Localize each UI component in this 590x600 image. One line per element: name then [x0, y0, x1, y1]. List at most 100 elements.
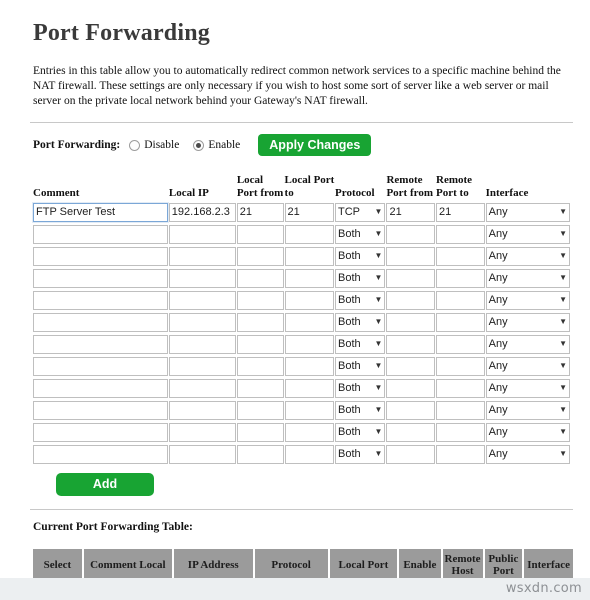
- local-port-to-input[interactable]: [284, 202, 335, 222]
- local-port-from-input[interactable]: [236, 334, 284, 354]
- remote-port-to-input[interactable]: [436, 422, 485, 442]
- protocol-select[interactable]: Both ▼: [335, 422, 386, 442]
- interface-select[interactable]: Any ▼: [485, 202, 570, 222]
- local-ip-input[interactable]: [168, 290, 236, 310]
- interface-select[interactable]: Any ▼: [485, 422, 570, 442]
- remote-port-from-input[interactable]: [386, 400, 436, 420]
- local-port-to-input[interactable]: [284, 356, 335, 376]
- local-port-to-input[interactable]: [284, 422, 335, 442]
- comment-input[interactable]: [33, 246, 168, 266]
- apply-changes-button[interactable]: Apply Changes: [258, 134, 372, 156]
- remote-port-to-input[interactable]: [436, 312, 485, 332]
- local-port-from-input[interactable]: [236, 422, 284, 442]
- local-port-to-input[interactable]: [284, 246, 335, 266]
- interface-select[interactable]: Any ▼: [485, 290, 570, 310]
- local-port-from-input[interactable]: [236, 356, 284, 376]
- protocol-select[interactable]: Both ▼: [335, 356, 386, 376]
- remote-port-from-input[interactable]: [386, 224, 436, 244]
- radio-enable-icon[interactable]: [193, 139, 205, 151]
- remote-port-from-input[interactable]: [386, 202, 436, 222]
- local-ip-input[interactable]: [168, 246, 236, 266]
- local-ip-input[interactable]: [168, 224, 236, 244]
- protocol-select[interactable]: TCP ▼: [335, 202, 386, 222]
- interface-select[interactable]: Any ▼: [485, 334, 570, 354]
- comment-input[interactable]: [33, 356, 168, 376]
- radio-option-disable[interactable]: Disable: [129, 139, 179, 151]
- local-port-from-input[interactable]: [236, 312, 284, 332]
- comment-input[interactable]: [33, 224, 168, 244]
- local-ip-input[interactable]: [168, 422, 236, 442]
- local-port-to-input[interactable]: [284, 378, 335, 398]
- comment-input[interactable]: [33, 444, 168, 464]
- local-port-from-input[interactable]: [236, 400, 284, 420]
- remote-port-to-input[interactable]: [436, 268, 485, 288]
- local-ip-input[interactable]: [168, 356, 236, 376]
- local-port-to-input[interactable]: [284, 224, 335, 244]
- remote-port-to-input[interactable]: [436, 444, 485, 464]
- radio-disable-icon[interactable]: [129, 139, 141, 151]
- comment-input[interactable]: [33, 268, 168, 288]
- remote-port-from-input[interactable]: [386, 268, 436, 288]
- comment-input[interactable]: [33, 290, 168, 310]
- protocol-select[interactable]: Both ▼: [335, 378, 386, 398]
- comment-input[interactable]: [33, 400, 168, 420]
- interface-select[interactable]: Any ▼: [485, 378, 570, 398]
- local-port-from-input[interactable]: [236, 268, 284, 288]
- local-ip-input[interactable]: [168, 312, 236, 332]
- remote-port-from-input[interactable]: [386, 378, 436, 398]
- remote-port-from-input[interactable]: [386, 444, 436, 464]
- local-port-from-input[interactable]: [236, 224, 284, 244]
- local-ip-input[interactable]: [168, 268, 236, 288]
- local-port-to-input[interactable]: [284, 290, 335, 310]
- local-port-from-input[interactable]: [236, 378, 284, 398]
- local-ip-input[interactable]: [168, 400, 236, 420]
- interface-select[interactable]: Any ▼: [485, 268, 570, 288]
- protocol-select[interactable]: Both ▼: [335, 246, 386, 266]
- local-port-from-input[interactable]: [236, 290, 284, 310]
- interface-select[interactable]: Any ▼: [485, 356, 570, 376]
- comment-input[interactable]: [33, 422, 168, 442]
- remote-port-to-input[interactable]: [436, 378, 485, 398]
- local-port-from-input[interactable]: [236, 444, 284, 464]
- local-ip-input[interactable]: [168, 378, 236, 398]
- local-ip-input[interactable]: [168, 444, 236, 464]
- local-port-to-input[interactable]: [284, 334, 335, 354]
- remote-port-from-input[interactable]: [386, 334, 436, 354]
- protocol-select[interactable]: Both ▼: [335, 334, 386, 354]
- interface-select[interactable]: Any ▼: [485, 444, 570, 464]
- protocol-select[interactable]: Both ▼: [335, 400, 386, 420]
- local-port-from-input[interactable]: [236, 202, 284, 222]
- remote-port-to-input[interactable]: [436, 202, 485, 222]
- local-port-to-input[interactable]: [284, 444, 335, 464]
- local-port-to-input[interactable]: [284, 312, 335, 332]
- local-port-to-input[interactable]: [284, 268, 335, 288]
- remote-port-to-input[interactable]: [436, 356, 485, 376]
- protocol-select[interactable]: Both ▼: [335, 224, 386, 244]
- local-ip-input[interactable]: [168, 334, 236, 354]
- local-port-from-input[interactable]: [236, 246, 284, 266]
- protocol-select[interactable]: Both ▼: [335, 444, 386, 464]
- radio-option-enable[interactable]: Enable: [193, 139, 240, 151]
- interface-select[interactable]: Any ▼: [485, 312, 570, 332]
- remote-port-from-input[interactable]: [386, 356, 436, 376]
- protocol-select[interactable]: Both ▼: [335, 312, 386, 332]
- remote-port-from-input[interactable]: [386, 312, 436, 332]
- remote-port-to-input[interactable]: [436, 246, 485, 266]
- remote-port-to-input[interactable]: [436, 400, 485, 420]
- remote-port-from-input[interactable]: [386, 290, 436, 310]
- add-button[interactable]: Add: [56, 473, 154, 496]
- protocol-select[interactable]: Both ▼: [335, 268, 386, 288]
- remote-port-from-input[interactable]: [386, 246, 436, 266]
- comment-input[interactable]: [33, 334, 168, 354]
- protocol-select[interactable]: Both ▼: [335, 290, 386, 310]
- comment-input[interactable]: [33, 202, 168, 222]
- interface-select[interactable]: Any ▼: [485, 246, 570, 266]
- remote-port-to-input[interactable]: [436, 224, 485, 244]
- comment-input[interactable]: [33, 312, 168, 332]
- interface-select[interactable]: Any ▼: [485, 400, 570, 420]
- remote-port-from-input[interactable]: [386, 422, 436, 442]
- local-ip-input[interactable]: [168, 202, 236, 222]
- local-port-to-input[interactable]: [284, 400, 335, 420]
- comment-input[interactable]: [33, 378, 168, 398]
- remote-port-to-input[interactable]: [436, 334, 485, 354]
